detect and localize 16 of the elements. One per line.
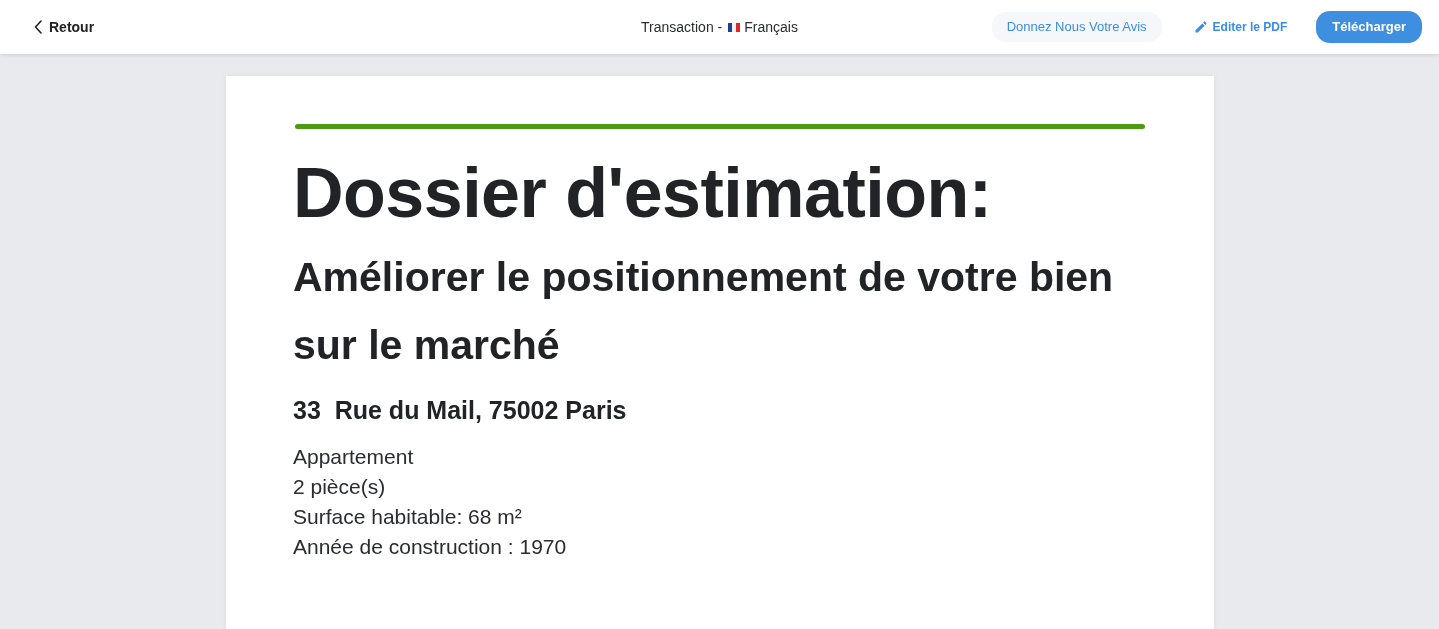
language-label: Français [744, 17, 798, 37]
property-address: 33 Rue du Mail, 75002 Paris [293, 395, 628, 426]
property-detail: Appartement [293, 443, 415, 470]
feedback-button[interactable]: Donnez Nous Votre Avis [991, 12, 1162, 42]
document-title: Dossier d'estimation: [293, 153, 993, 233]
document-subtitle: Améliorer le positionnement de votre bien sur le marché [293, 253, 1115, 370]
page-title: Transaction - [641, 17, 723, 37]
property-detail: Surface habitable: 68 m² [293, 503, 523, 530]
property-detail: Année de construction : 1970 [293, 533, 568, 560]
pencil-icon [1194, 21, 1207, 33]
chevron-left-icon [34, 20, 42, 34]
download-button[interactable]: Télécharger [1316, 11, 1422, 43]
edit-pdf-link[interactable]: Editer le PDF [1194, 14, 1288, 40]
back-link[interactable]: Retour [34, 16, 95, 38]
french-flag-icon [728, 22, 741, 32]
property-detail: 2 pièce(s) [293, 473, 387, 500]
